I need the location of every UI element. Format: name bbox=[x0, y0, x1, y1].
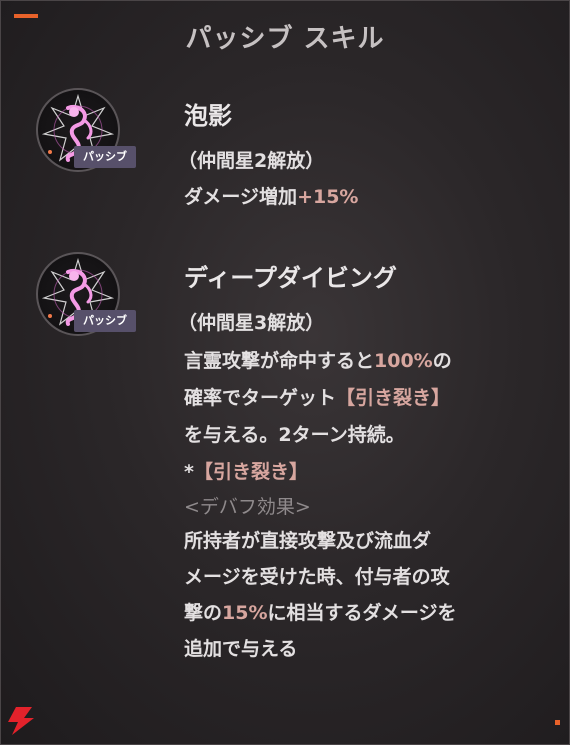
skill-icon-2[interactable]: パッシブ bbox=[36, 252, 136, 336]
skill-name-1: 泡影 bbox=[184, 102, 232, 130]
desc-text: 撃の bbox=[184, 602, 223, 624]
panel-title: パッシブ スキル bbox=[185, 24, 385, 54]
skill-desc-line: 追加で与える bbox=[184, 638, 298, 660]
desc-text: 言霊攻撃が命中すると bbox=[184, 350, 375, 372]
desc-text: * bbox=[184, 461, 194, 483]
corner-accent-bottom-right bbox=[555, 720, 560, 725]
desc-highlight: 【引き裂き】 bbox=[193, 461, 308, 483]
skill-desc-line: 所持者が直接攻撃及び流血ダ bbox=[184, 530, 432, 552]
skill-effect-1: ダメージ増加+15% bbox=[184, 182, 358, 209]
skill-name-2: ディープダイビング bbox=[184, 264, 397, 292]
desc-text: の bbox=[432, 350, 452, 372]
skill-unlock-2: （仲間星3解放） bbox=[178, 312, 325, 334]
skill-icon-1[interactable]: パッシブ bbox=[36, 88, 136, 172]
desc-highlight: 100% bbox=[374, 350, 433, 372]
desc-highlight: 【引き裂き】 bbox=[336, 387, 451, 409]
desc-text: 確率でターゲット bbox=[184, 387, 337, 409]
skill-desc-line: 確率でターゲット【引き裂き】 bbox=[184, 383, 450, 410]
skill-unlock-1: （仲間星2解放） bbox=[178, 150, 325, 172]
skill-desc-line: メージを受けた時、付与者の攻 bbox=[184, 566, 450, 588]
skill-desc-line: を与える。2ターン持続。 bbox=[184, 424, 405, 446]
skill-effect-text: ダメージ増加 bbox=[184, 186, 298, 208]
desc-highlight: 15% bbox=[222, 602, 268, 624]
lightning-logo-icon bbox=[8, 707, 34, 735]
desc-text: に相当するダメージを bbox=[267, 602, 457, 624]
skill-desc-line: *【引き裂き】 bbox=[184, 457, 308, 484]
passive-badge: パッシブ bbox=[74, 310, 136, 332]
skill-desc-line: <デバフ効果> bbox=[184, 496, 311, 518]
skill-effect-value: +15% bbox=[297, 186, 359, 208]
skill-desc-line: 撃の15%に相当するダメージを bbox=[184, 598, 457, 625]
passive-badge: パッシブ bbox=[74, 146, 136, 168]
skill-desc-line: 言霊攻撃が命中すると100%の bbox=[184, 346, 452, 373]
